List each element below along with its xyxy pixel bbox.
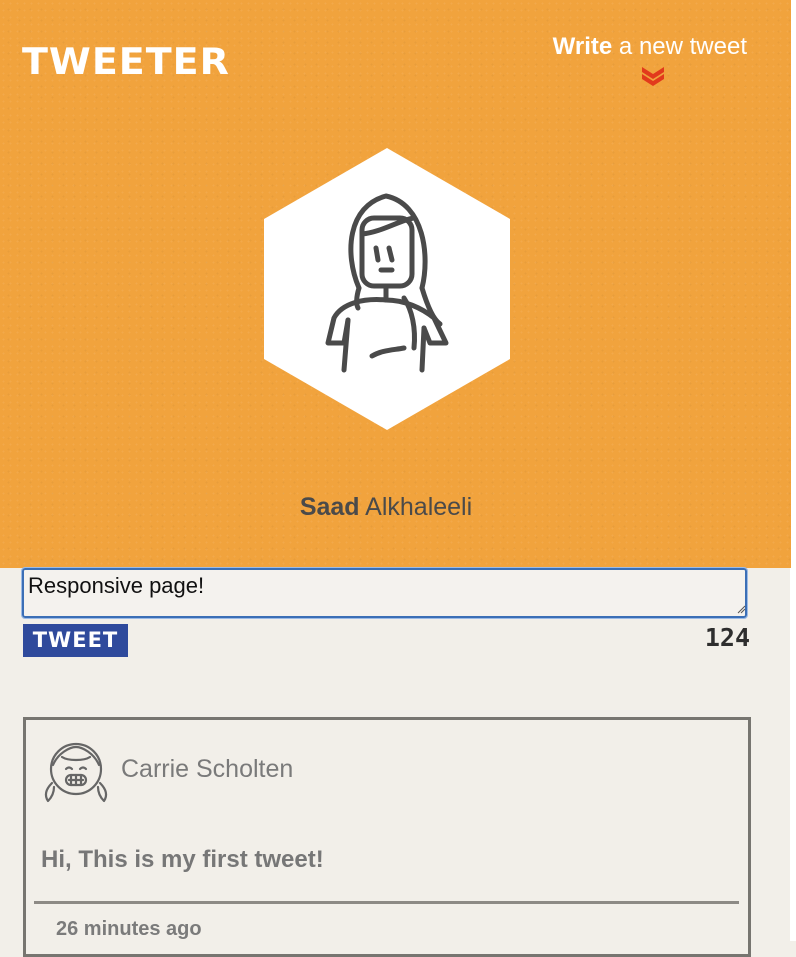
write-new-tweet-toggle[interactable]: Write a new tweet — [553, 32, 747, 62]
tweet-input[interactable]: Responsive page! — [21, 567, 748, 619]
tweet-card: Carrie Scholten Hi, This is my first twe… — [23, 717, 751, 957]
profile-header: TWEETER Write a new tweet Saad Alkhaleel… — [0, 0, 791, 568]
tweet-text: Hi, This is my first tweet! — [41, 846, 324, 873]
user-first-name: Saad — [299, 493, 360, 521]
profile-user-name: Saad Alkhaleeli — [0, 490, 772, 524]
woman-avatar-icon — [264, 148, 510, 430]
compose-toggle-strong: Write — [552, 33, 613, 60]
girl-avatar-icon — [44, 742, 108, 803]
chevron-double-down-icon[interactable] — [640, 65, 666, 87]
resize-grip-icon[interactable] — [737, 605, 746, 614]
brand-logo[interactable]: TWEETER — [22, 40, 230, 84]
tweet-timestamp: 26 minutes ago — [56, 918, 202, 940]
tweet-author-name[interactable]: Carrie Scholten — [121, 753, 293, 785]
compose-toggle-text: a new tweet — [618, 33, 747, 60]
tweet-divider — [34, 901, 739, 904]
character-counter: 124 — [704, 623, 750, 652]
user-last-name: Alkhaleeli — [365, 493, 473, 521]
tweet-submit-button[interactable]: TWEET — [23, 624, 128, 657]
